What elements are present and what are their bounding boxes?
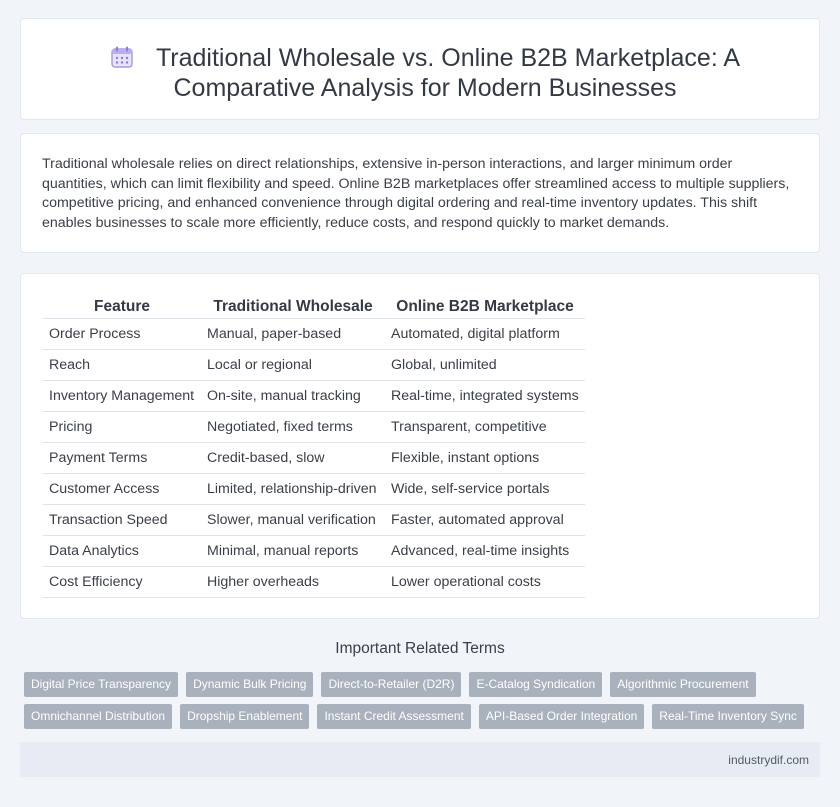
tag-row: Digital Price Transparency Dynamic Bulk P…	[24, 672, 824, 697]
online-cell: Transparent, competitive	[385, 411, 585, 443]
table-row: Data Analytics Minimal, manual reports Adv…	[43, 535, 585, 567]
online-cell: Faster, automated approval	[385, 504, 585, 536]
feature-cell: Reach	[43, 349, 201, 381]
online-cell: Flexible, instant options	[385, 442, 585, 474]
related-term-tag[interactable]: E-Catalog Syndication	[469, 672, 603, 697]
table-row: Pricing Negotiated, fixed terms Transparen…	[43, 411, 585, 443]
page-title-text: Traditional Wholesale vs. Online B2B Mar…	[155, 44, 741, 102]
comparison-table: Feature Traditional Wholesale Online B2B…	[43, 296, 585, 598]
header-card: Traditional Wholesale vs. Online B2B Mar…	[20, 18, 820, 120]
online-cell: Global, unlimited	[385, 349, 585, 381]
related-terms-title: Important Related Terms	[335, 640, 505, 657]
table-body: Order Process Manual, paper-based Automate…	[43, 318, 585, 598]
traditional-cell: Slower, manual verification	[201, 504, 385, 536]
tag-row: Omnichannel Distribution Dropship Enablem…	[24, 704, 824, 729]
title-wrap: Traditional Wholesale vs. Online B2B Mar…	[51, 43, 799, 103]
related-terms: Digital Price Transparency Dynamic Bulk P…	[24, 672, 824, 736]
traditional-cell: Credit-based, slow	[201, 442, 385, 474]
feature-cell: Inventory Management	[43, 380, 201, 412]
traditional-cell: Manual, paper-based	[201, 318, 385, 350]
page-title: Traditional Wholesale vs. Online B2B Mar…	[51, 43, 799, 103]
table-row: Transaction Speed Slower, manual verifica…	[43, 504, 585, 536]
calendar-icon	[111, 46, 133, 68]
table-row: Reach Local or regional Global, unlimited	[43, 349, 585, 381]
related-term-tag[interactable]: Direct-to-Retailer (D2R)	[321, 672, 462, 697]
related-term-tag[interactable]: API-Based Order Integration	[478, 704, 645, 729]
related-term-tag[interactable]: Real-Time Inventory Sync	[652, 704, 804, 729]
intro-card: Traditional wholesale relies on direct r…	[20, 133, 820, 253]
header-online: Online B2B Marketplace	[385, 296, 585, 319]
header-traditional: Traditional Wholesale	[201, 296, 385, 319]
table-row: Payment Terms Credit-based, slow Flexible,…	[43, 442, 585, 474]
table-row: Cost Efficiency Higher overheads Lower ope…	[43, 566, 585, 598]
table-row: Inventory Management On-site, manual trac…	[43, 380, 585, 412]
intro-paragraph: Traditional wholesale relies on direct r…	[42, 156, 790, 231]
online-cell: Real-time, integrated systems	[385, 380, 585, 412]
online-cell: Advanced, real-time insights	[385, 535, 585, 567]
feature-cell: Payment Terms	[43, 442, 201, 474]
traditional-cell: On-site, manual tracking	[201, 380, 385, 412]
table-header-row: Feature Traditional Wholesale Online B2B…	[43, 296, 585, 319]
traditional-cell: Local or regional	[201, 349, 385, 381]
feature-cell: Pricing	[43, 411, 201, 443]
feature-cell: Order Process	[43, 318, 201, 350]
footer-site[interactable]: industrydif.com	[728, 753, 809, 767]
traditional-cell: Limited, relationship-driven	[201, 473, 385, 505]
traditional-cell: Minimal, manual reports	[201, 535, 385, 567]
header-feature: Feature	[43, 296, 201, 319]
related-term-tag[interactable]: Dropship Enablement	[180, 704, 310, 729]
online-cell: Wide, self-service portals	[385, 473, 585, 505]
related-term-tag[interactable]: Instant Credit Assessment	[317, 704, 471, 729]
online-cell: Automated, digital platform	[385, 318, 585, 350]
related-term-tag[interactable]: Digital Price Transparency	[24, 672, 179, 697]
online-cell: Lower operational costs	[385, 566, 585, 598]
feature-cell: Transaction Speed	[43, 504, 201, 536]
related-term-tag[interactable]: Algorithmic Procurement	[610, 672, 756, 697]
table-row: Customer Access Limited, relationship-dri…	[43, 473, 585, 505]
table-row: Order Process Manual, paper-based Automate…	[43, 318, 585, 350]
traditional-cell: Higher overheads	[201, 566, 385, 598]
related-term-tag[interactable]: Dynamic Bulk Pricing	[186, 672, 314, 697]
related-term-tag[interactable]: Omnichannel Distribution	[24, 704, 173, 729]
feature-cell: Customer Access	[43, 473, 201, 505]
feature-cell: Data Analytics	[43, 535, 201, 567]
comparison-card: Feature Traditional Wholesale Online B2B…	[20, 273, 820, 619]
footer: industrydif.com	[20, 742, 820, 777]
traditional-cell: Negotiated, fixed terms	[201, 411, 385, 443]
feature-cell: Cost Efficiency	[43, 566, 201, 598]
